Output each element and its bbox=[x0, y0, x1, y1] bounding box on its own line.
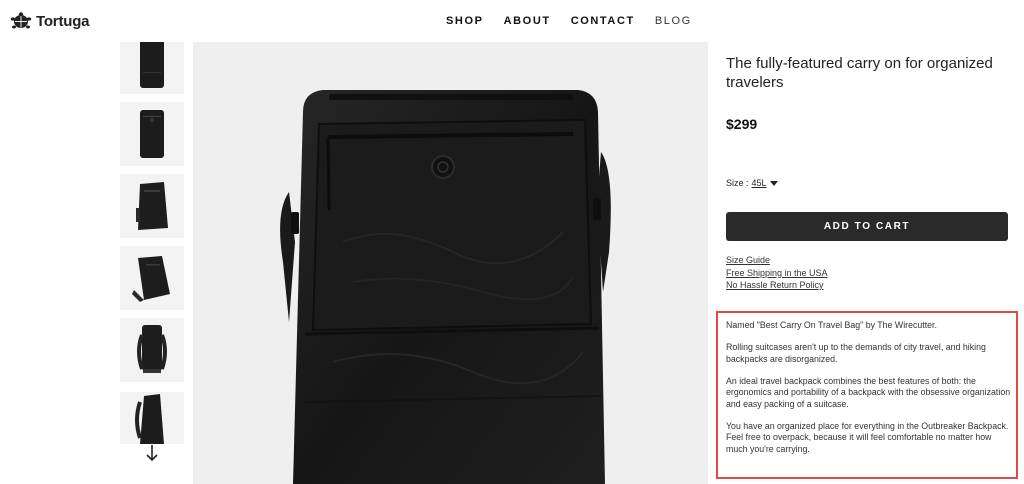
size-guide-link[interactable]: Size Guide bbox=[726, 254, 828, 267]
arrow-down-icon[interactable] bbox=[144, 443, 160, 463]
product-description: Named "Best Carry On Travel Bag" by The … bbox=[716, 311, 1018, 479]
size-selector[interactable]: Size : 45L bbox=[726, 178, 778, 188]
thumbnail-2[interactable] bbox=[120, 102, 184, 166]
size-label: Size : bbox=[726, 178, 749, 188]
description-paragraph: An ideal travel backpack combines the be… bbox=[726, 375, 1011, 409]
turtle-logo-icon bbox=[10, 12, 32, 29]
product-price: $299 bbox=[726, 116, 758, 132]
thumbnail-3[interactable] bbox=[120, 174, 184, 238]
nav-shop[interactable]: SHOP bbox=[446, 15, 484, 27]
add-to-cart-button[interactable]: ADD TO CART bbox=[726, 212, 1008, 241]
description-paragraph: Rolling suitcases aren't up to the deman… bbox=[726, 342, 986, 364]
nav-blog[interactable]: BLOG bbox=[655, 15, 692, 27]
nav-contact[interactable]: CONTACT bbox=[571, 15, 635, 27]
thumbnail-5[interactable] bbox=[120, 318, 184, 382]
info-links: Size Guide Free Shipping in the USA No H… bbox=[726, 254, 828, 292]
main-nav: SHOP ABOUT CONTACT BLOG bbox=[446, 15, 712, 27]
thumbnail-1[interactable] bbox=[120, 42, 184, 94]
product-main-image bbox=[193, 42, 708, 484]
brand-logo[interactable]: Tortuga bbox=[10, 12, 90, 30]
thumbnail-6[interactable] bbox=[120, 392, 184, 444]
caret-down-icon[interactable] bbox=[769, 180, 778, 186]
description-paragraph: Named "Best Carry On Travel Bag" by The … bbox=[726, 320, 937, 330]
thumbnail-4[interactable] bbox=[120, 246, 184, 310]
brand-name: Tortuga bbox=[36, 12, 90, 30]
size-value[interactable]: 45L bbox=[752, 178, 767, 188]
description-paragraph: You have an organized place for everythi… bbox=[726, 420, 1009, 454]
nav-about[interactable]: ABOUT bbox=[504, 15, 551, 27]
backpack-image bbox=[280, 90, 611, 484]
return-policy-link[interactable]: No Hassle Return Policy bbox=[726, 279, 828, 292]
product-subtitle: The fully-featured carry on for organize… bbox=[726, 55, 993, 91]
site-header: Tortuga SHOP ABOUT CONTACT BLOG bbox=[0, 0, 1024, 42]
free-shipping-link[interactable]: Free Shipping in the USA bbox=[726, 267, 828, 280]
